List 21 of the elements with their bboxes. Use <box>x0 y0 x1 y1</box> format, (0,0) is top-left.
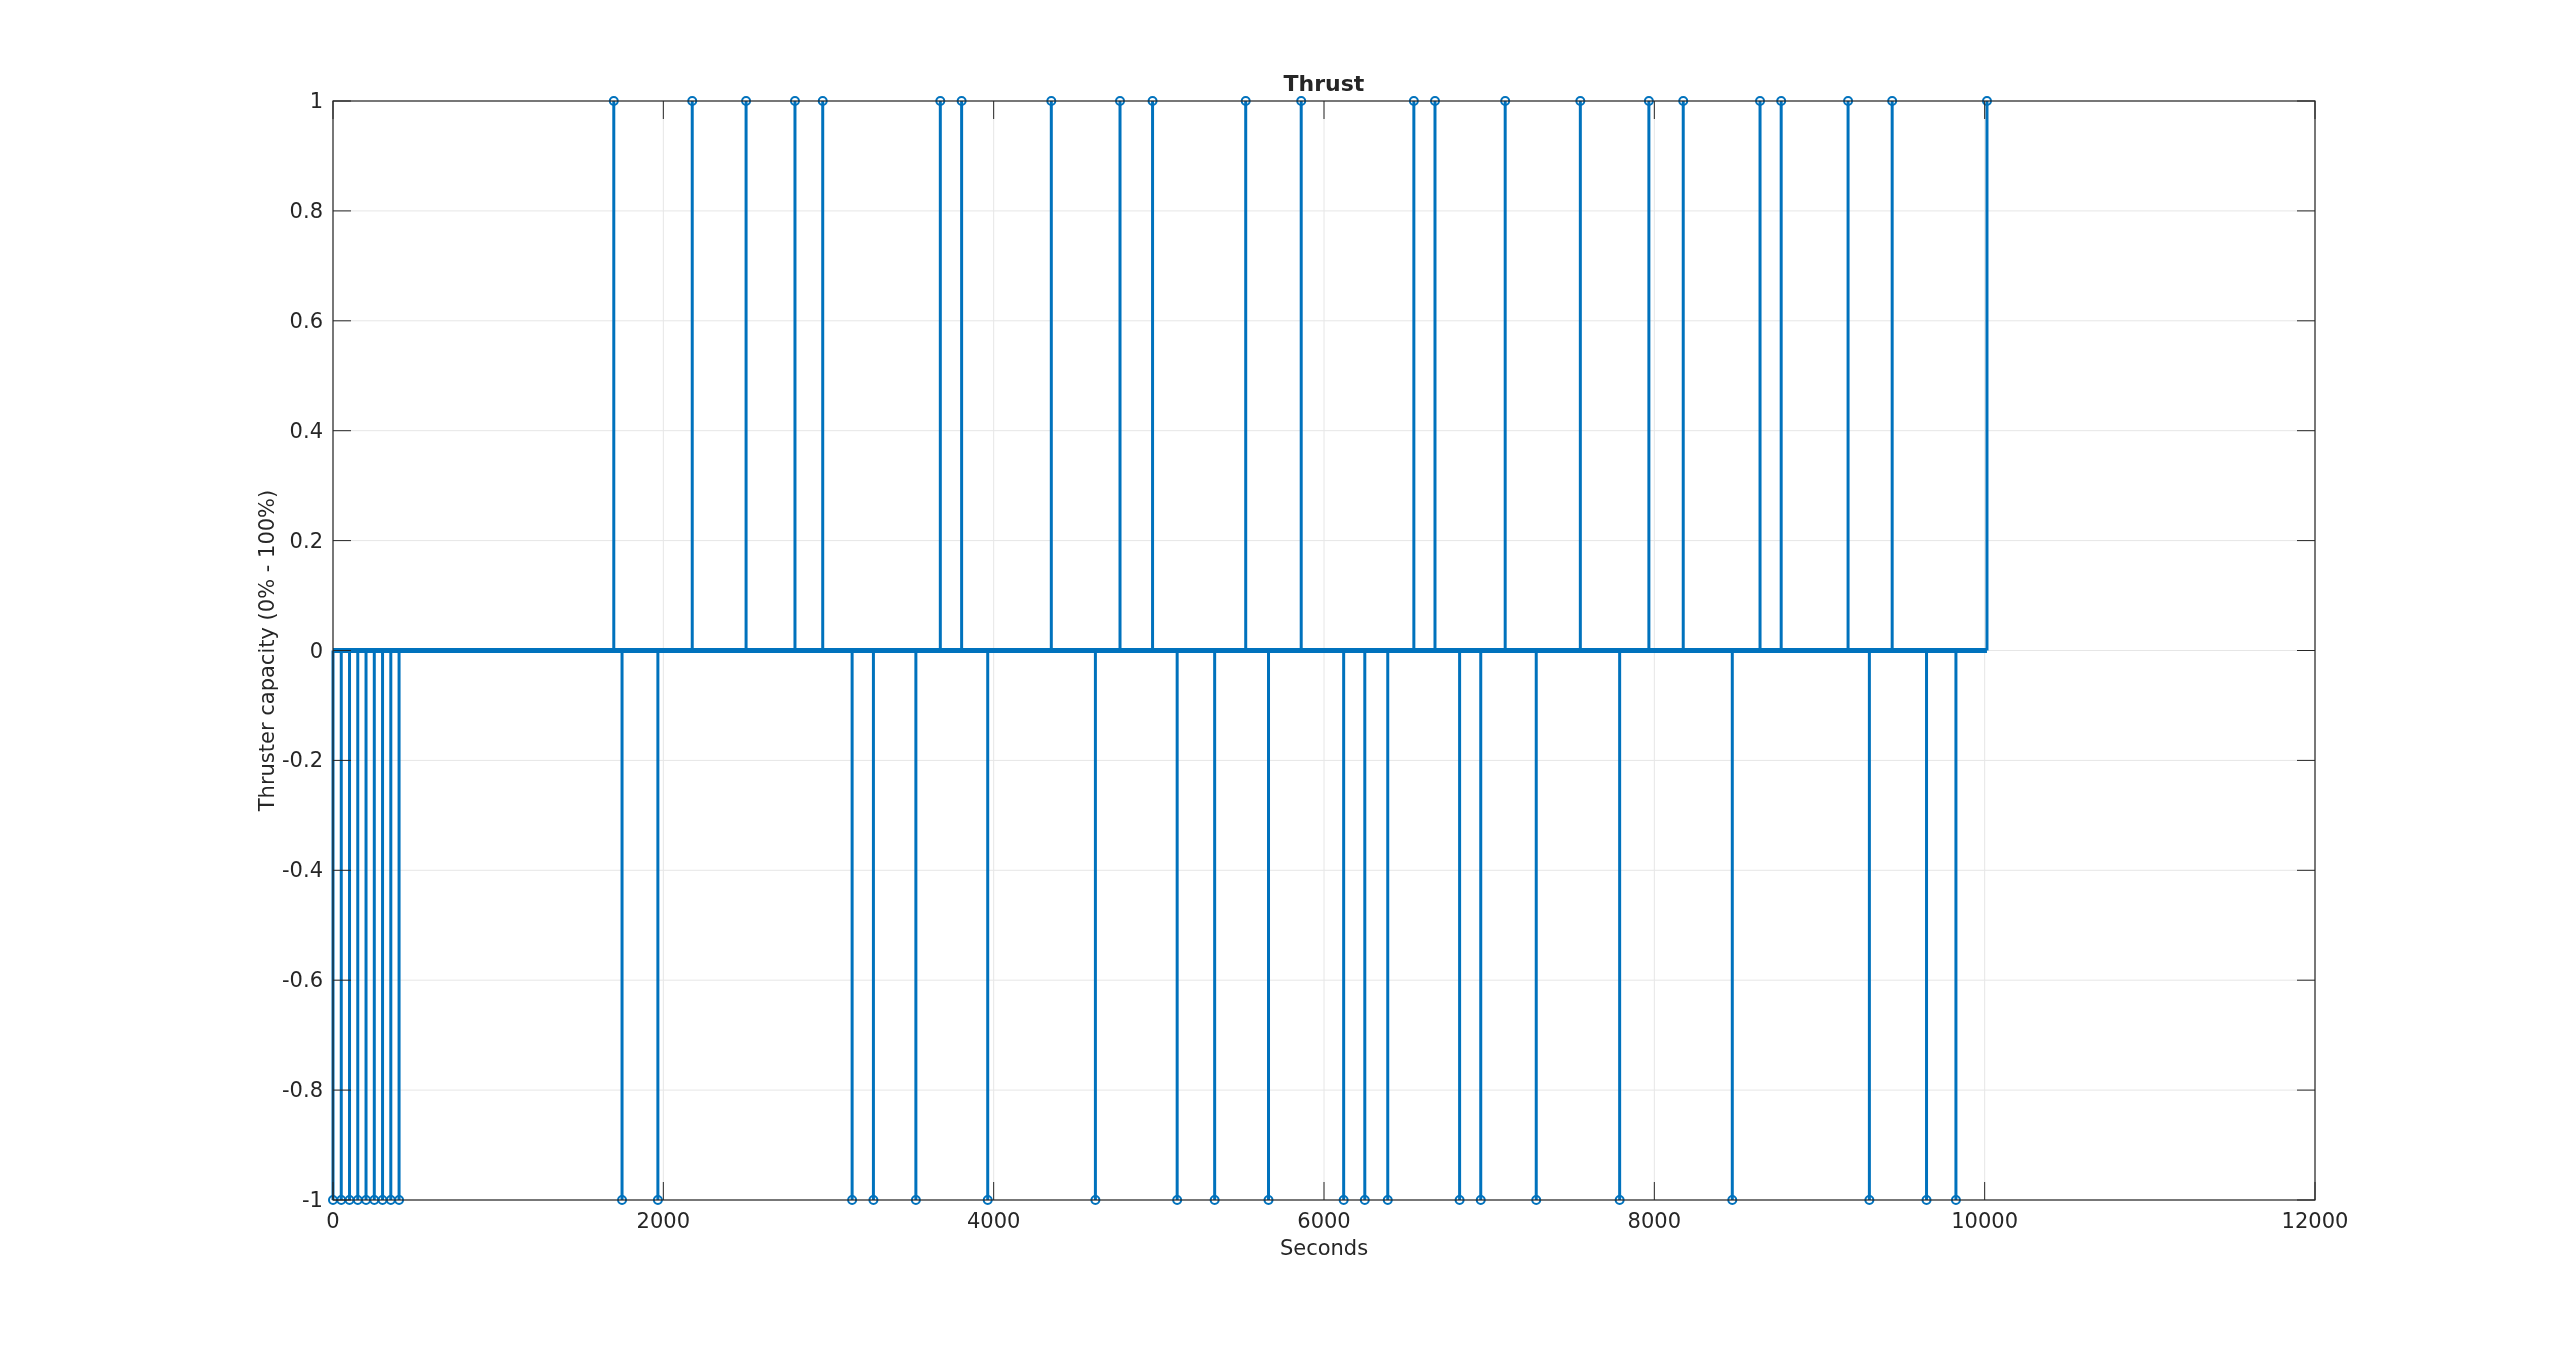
x-tick-label: 10000 <box>1951 1209 2019 1233</box>
y-tick-label: 0 <box>309 638 323 663</box>
x-tick-label: 2000 <box>636 1209 691 1233</box>
x-tick-label: 4000 <box>966 1209 1021 1233</box>
y-tick-label: 0.4 <box>289 418 323 443</box>
x-axis-label: Seconds <box>1279 1236 1369 1260</box>
y-tick-label: -0.8 <box>282 1078 323 1103</box>
y-tick-label: -0.4 <box>282 858 323 883</box>
y-tick-label: -0.6 <box>282 968 323 993</box>
y-tick-label: 0.6 <box>289 308 323 333</box>
y-tick-label: 0.2 <box>289 528 323 553</box>
chart-title: Thrust <box>1283 71 1365 96</box>
x-tick-label: 6000 <box>1297 1209 1351 1233</box>
y-tick-label: 0.8 <box>289 198 323 223</box>
x-tick-label: 8000 <box>1627 1209 1682 1233</box>
y-tick-label: -0.2 <box>282 748 323 773</box>
y-tick-label: 1 <box>309 89 323 113</box>
x-tick-label: 0 <box>326 1209 340 1233</box>
y-axis-label: Thruster capacity (0% - 100%) <box>255 489 279 812</box>
y-tick-label: -1 <box>302 1188 323 1212</box>
x-tick-label: 12000 <box>2281 1209 2349 1233</box>
